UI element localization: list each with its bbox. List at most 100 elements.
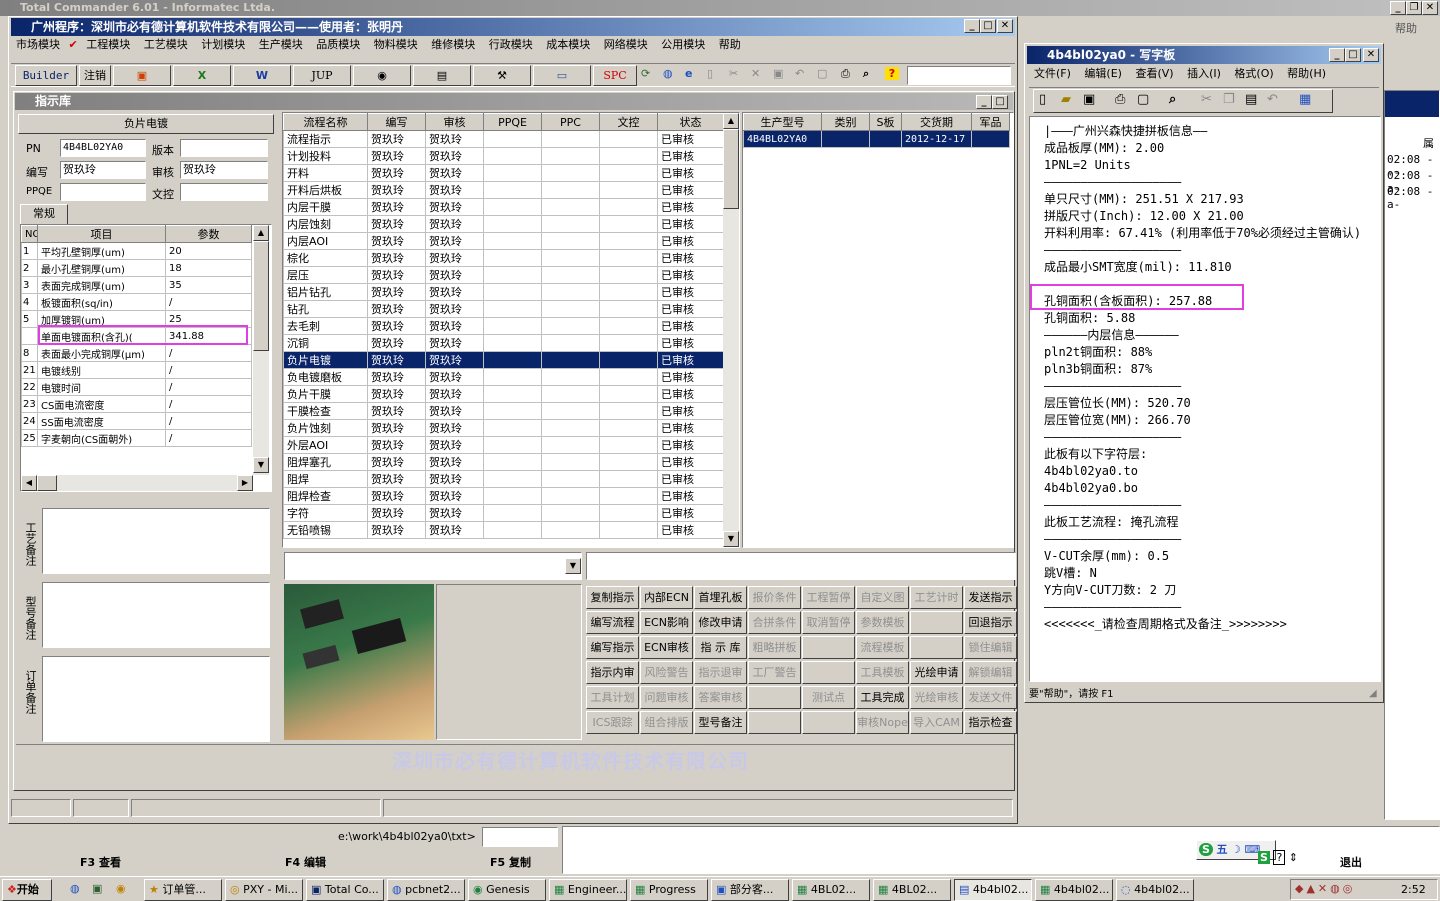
flow-review[interactable]: 贺玖玲 (425, 300, 484, 318)
flow-status[interactable]: 已审核 (657, 317, 724, 335)
flow-name[interactable]: 阻焊塞孔 (283, 453, 368, 471)
taskbar-item[interactable]: ◎ PXY - Mi... (225, 879, 303, 901)
flow-author[interactable]: 贺玖玲 (367, 402, 426, 420)
flow-ppc[interactable] (541, 436, 600, 454)
flow-review[interactable]: 贺玖玲 (425, 436, 484, 454)
param-no[interactable]: 8 (21, 344, 38, 362)
right-text-field[interactable] (586, 552, 1016, 580)
flow-name[interactable]: 干膜检查 (283, 402, 368, 420)
param-item[interactable]: 表面完成铜厚(um) (37, 276, 166, 294)
flow-review[interactable]: 贺玖玲 (425, 198, 484, 216)
param-value[interactable]: 18 (165, 259, 252, 277)
flow-status[interactable]: 已审核 (657, 334, 724, 352)
flow-ppc[interactable] (541, 232, 600, 250)
function-button[interactable]: 工具计划 (586, 686, 639, 709)
flow-ppc[interactable] (541, 181, 600, 199)
flow-review[interactable]: 贺玖玲 (425, 164, 484, 182)
flow-status[interactable]: 已审核 (657, 402, 724, 420)
excel-icon[interactable]: X (173, 65, 231, 86)
quicklaunch-desktop-icon[interactable]: ▣ (92, 882, 102, 895)
flow-author[interactable]: 贺玖玲 (367, 334, 426, 352)
function-button[interactable]: 风险警告 (640, 661, 693, 684)
param-vscroll[interactable]: ▲ ▼ (253, 225, 269, 475)
function-button[interactable]: 回退指示 (964, 611, 1017, 634)
table-row[interactable]: 计划投料 贺玖玲 贺玖玲 已审核 (283, 147, 724, 165)
flow-author[interactable]: 贺玖玲 (367, 164, 426, 182)
table-row[interactable]: 干膜检查 贺玖玲 贺玖玲 已审核 (283, 402, 724, 420)
spc-button[interactable]: SPC (593, 65, 637, 86)
order-col-mil[interactable]: 军品 (971, 113, 1010, 131)
function-button[interactable]: 指示检查 (964, 711, 1017, 734)
sogou-tray-icon[interactable]: S (1258, 851, 1270, 864)
menu-public[interactable]: 公用模块 (656, 36, 710, 54)
ie-icon[interactable]: e (685, 67, 692, 80)
flow-status[interactable]: 已审核 (657, 385, 724, 403)
flow-name[interactable]: 负片蚀刻 (283, 419, 368, 437)
flow-review[interactable]: 贺玖玲 (425, 334, 484, 352)
table-row[interactable]: 8 表面最小完成铜厚(μm) / (21, 344, 252, 362)
table-row[interactable]: 流程指示 贺玖玲 贺玖玲 已审核 (283, 130, 724, 148)
flow-ppc[interactable] (541, 402, 600, 420)
flow-review[interactable]: 贺玖玲 (425, 504, 484, 522)
flow-control[interactable] (599, 419, 658, 437)
lib-maximize-button[interactable]: □ (992, 95, 1008, 109)
wp-menu-format[interactable]: 格式(O) (1229, 65, 1278, 83)
chevron-down-icon[interactable]: ▼ (565, 558, 581, 574)
flow-scroll-up-icon[interactable]: ▲ (723, 113, 739, 129)
function-button[interactable]: 编写指示 (586, 636, 639, 659)
menu-plan[interactable]: 计划模块 (196, 36, 250, 54)
version-field[interactable] (180, 139, 268, 157)
flow-review[interactable]: 贺玖玲 (425, 487, 484, 505)
flow-status[interactable]: 已审核 (657, 521, 724, 539)
flow-name[interactable]: 阻焊检查 (283, 487, 368, 505)
table-row[interactable]: 无铅喷锡 贺玖玲 贺玖玲 已审核 (283, 521, 724, 539)
param-no[interactable]: 21 (21, 361, 38, 379)
flow-control[interactable] (599, 351, 658, 369)
param-item[interactable]: 电镀时间 (37, 378, 166, 396)
flow-review[interactable]: 贺玖玲 (425, 470, 484, 488)
flow-control[interactable] (599, 249, 658, 267)
order-col-model[interactable]: 生产型号 (743, 113, 822, 131)
flow-name[interactable]: 负电镀磨板 (283, 368, 368, 386)
param-item[interactable]: SS面电流密度 (37, 412, 166, 430)
function-button[interactable] (802, 661, 855, 684)
flow-status[interactable]: 已审核 (657, 215, 724, 233)
flow-author[interactable]: 贺玖玲 (367, 198, 426, 216)
tc-restore-button[interactable]: ❐ (1406, 1, 1422, 15)
clock[interactable]: 2:52 (1401, 883, 1426, 896)
review-field[interactable]: 贺玖玲 (180, 161, 268, 179)
param-item[interactable]: 最小孔壁铜厚(um) (37, 259, 166, 277)
function-button[interactable]: ECN影响 (640, 611, 693, 634)
tc-close-button[interactable]: ✕ (1422, 1, 1438, 15)
table-row[interactable]: 阻焊检查 贺玖玲 贺玖玲 已审核 (283, 487, 724, 505)
flow-author[interactable]: 贺玖玲 (367, 504, 426, 522)
menu-production[interactable]: 生产模块 (254, 36, 308, 54)
param-no[interactable]: 1 (21, 242, 38, 260)
table-row[interactable]: 开料 贺玖玲 贺玖玲 已审核 (283, 164, 724, 182)
menu-quality[interactable]: 品质模块 (311, 36, 365, 54)
flow-review[interactable]: 贺玖玲 (425, 181, 484, 199)
flow-control[interactable] (599, 504, 658, 522)
flow-ppc[interactable] (541, 215, 600, 233)
table-row[interactable]: 2 最小孔壁铜厚(um) 18 (21, 259, 252, 277)
flow-control[interactable] (599, 266, 658, 284)
flow-status[interactable]: 已审核 (657, 130, 724, 148)
flow-ppc[interactable] (541, 470, 600, 488)
taskbar-item[interactable]: ▦ Progress (630, 879, 708, 901)
table-row[interactable]: 25 字麦朝向(CS面朝外) / (21, 429, 252, 447)
param-value[interactable]: / (165, 378, 252, 396)
f3-view-button[interactable]: F3 查看 (80, 854, 121, 870)
flow-author[interactable]: 贺玖玲 (367, 215, 426, 233)
flow-name[interactable]: 开料 (283, 164, 368, 182)
function-button[interactable]: ECN审核 (640, 636, 693, 659)
menu-engineering[interactable]: 工程模块 (81, 36, 135, 54)
function-button[interactable]: 流程模板 (856, 636, 909, 659)
flow-ppqe[interactable] (483, 283, 542, 301)
function-button[interactable]: 工具模板 (856, 661, 909, 684)
flow-control[interactable] (599, 181, 658, 199)
flow-col-status[interactable]: 状态 (657, 113, 724, 131)
param-value[interactable]: / (165, 361, 252, 379)
flow-ppc[interactable] (541, 317, 600, 335)
wp-save-icon[interactable]: ▣ (1083, 92, 1095, 107)
database-icon[interactable]: ▤ (413, 65, 471, 86)
